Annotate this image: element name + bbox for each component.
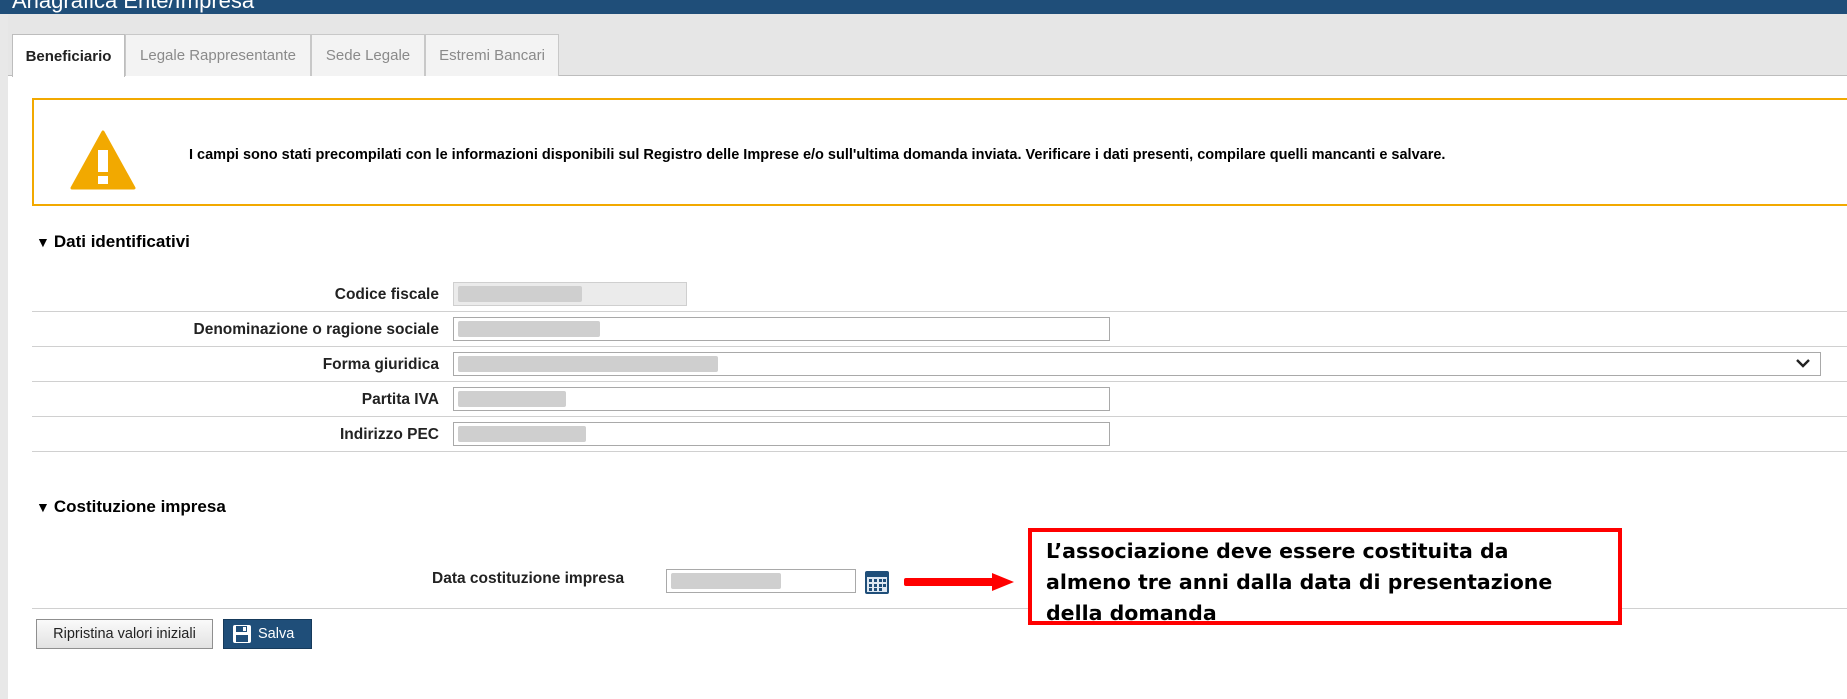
collapse-triangle-icon: ▼ [36,499,50,515]
row-codice-fiscale: Codice fiscale [32,277,1847,312]
row-pec: Indirizzo PEC [32,417,1847,452]
callout-line-3: della domanda [1046,601,1217,625]
redacted-value [458,391,566,407]
data-costituzione-label: Data costituzione impresa [432,570,625,587]
redacted-value [458,426,586,442]
callout-line-2: almeno tre anni dalla data di presentazi… [1046,570,1553,594]
arrow-right-icon [904,573,1014,591]
pec-field[interactable] [453,422,1110,446]
section-dati-identificativi[interactable]: ▼ Dati identificativi [36,232,190,252]
row-forma-giuridica: Forma giuridica [32,347,1847,382]
reset-button[interactable]: Ripristina valori iniziali [36,619,213,649]
redacted-value [458,286,582,302]
chevron-down-icon [1796,355,1810,371]
callout-line-1: L’associazione deve essere costituita da [1046,539,1509,563]
pec-label: Indirizzo PEC [339,426,439,443]
collapse-triangle-icon: ▼ [36,234,50,250]
data-costituzione-field[interactable] [666,569,856,593]
denominazione-field[interactable] [453,317,1110,341]
save-button-label: Salva [258,626,295,642]
section-costituzione-impresa[interactable]: ▼ Costituzione impresa [36,497,226,517]
forma-giuridica-label: Forma giuridica [322,356,439,373]
warning-box: I campi sono stati precompilati con le i… [32,98,1847,206]
redacted-value [458,321,600,337]
partita-iva-field[interactable] [453,387,1110,411]
tab-estremi-bancari[interactable]: Estremi Bancari [425,34,559,76]
forma-giuridica-select[interactable] [453,352,1821,376]
calendar-icon[interactable] [864,569,890,595]
redacted-value [458,356,718,372]
redacted-value [671,573,781,589]
warning-icon [70,130,136,190]
annotation-callout: L’associazione deve essere costituita da… [1028,528,1622,625]
denominazione-label: Denominazione o ragione sociale [193,321,439,338]
floppy-disk-icon [233,625,251,643]
section-title-label: Costituzione impresa [53,497,226,516]
page-title: Anagrafica Ente/Impresa [12,0,255,13]
header-bar: Anagrafica Ente/Impresa [0,0,1847,14]
tab-sede-legale[interactable]: Sede Legale [311,34,425,76]
row-partita-iva: Partita IVA [32,382,1847,417]
tab-legale-rappresentante[interactable]: Legale Rappresentante [125,34,311,76]
tab-beneficiario[interactable]: Beneficiario [12,34,125,77]
codice-fiscale-label: Codice fiscale [334,286,439,303]
partita-iva-label: Partita IVA [361,391,439,408]
codice-fiscale-field [453,282,687,306]
save-button[interactable]: Salva [223,619,312,649]
section-title-label: Dati identificativi [53,232,190,251]
tab-strip: Beneficiario Legale Rappresentante Sede … [8,14,1847,77]
row-denominazione: Denominazione o ragione sociale [32,312,1847,347]
warning-text: I campi sono stati precompilati con le i… [189,147,1446,163]
